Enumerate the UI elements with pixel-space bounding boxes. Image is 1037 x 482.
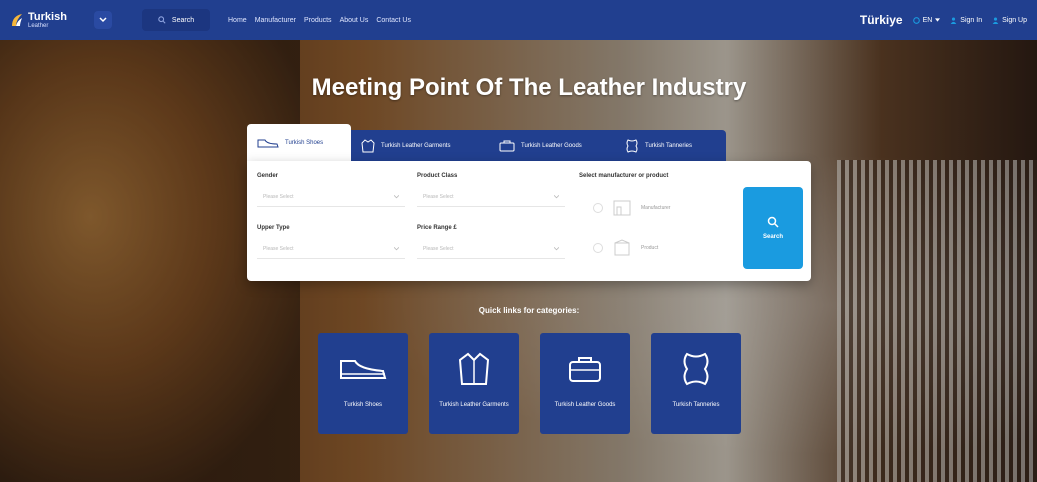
tab-label: Turkish Leather Goods: [521, 143, 582, 149]
panel-search-button[interactable]: Search: [743, 187, 803, 269]
product-class-select[interactable]: Please Select: [417, 187, 565, 207]
language-selector[interactable]: EN: [912, 16, 941, 24]
shoe-icon: [340, 360, 387, 379]
product-class-placeholder: Please Select: [423, 193, 454, 200]
chevron-down-icon: [99, 17, 107, 23]
product-option[interactable]: Product: [593, 237, 658, 259]
search-icon: [158, 16, 166, 24]
category-tabs: Turkish Shoes Turkish Leather Garments T…: [247, 124, 726, 162]
tab-turkish-shoes[interactable]: Turkish Shoes: [247, 124, 351, 162]
user-plus-icon: [992, 17, 999, 24]
nav-link-home[interactable]: Home: [228, 17, 247, 24]
product-radio[interactable]: [593, 243, 603, 253]
goods-icon: [499, 140, 515, 152]
quick-link-turkish-shoes[interactable]: Turkish Shoes: [318, 333, 408, 434]
sign-in-label: Sign In: [960, 16, 983, 24]
site-logo[interactable]: Turkish Leather: [10, 10, 90, 29]
hero-title: Meeting Point Of The Leather Industry: [311, 74, 747, 101]
nav-link-manufacturer[interactable]: Manufacturer: [255, 17, 296, 24]
quick-link-turkish-tanneries[interactable]: Turkish Tanneries: [651, 333, 741, 434]
tab-turkish-leather-garments[interactable]: Turkish Leather Garments: [351, 130, 489, 162]
quick-link-label: Turkish Tanneries: [672, 402, 720, 408]
language-label: EN: [922, 16, 933, 24]
tab-label: Turkish Leather Garments: [381, 143, 451, 149]
gender-placeholder: Please Select: [263, 193, 294, 200]
nav-search-label: Search: [171, 16, 195, 24]
country-label: Türkiye: [859, 13, 903, 27]
chevron-down-icon: [554, 194, 559, 198]
shoe-icon: [257, 139, 279, 148]
tab-label: Turkish Shoes: [285, 140, 324, 146]
nav-link-about[interactable]: About Us: [340, 17, 369, 24]
quick-link-turkish-leather-goods[interactable]: Turkish Leather Goods: [540, 333, 630, 434]
globe-icon: [912, 16, 920, 24]
tab-turkish-leather-goods[interactable]: Turkish Leather Goods: [489, 130, 615, 162]
user-icon: [950, 17, 957, 24]
manufacturer-label: Manufacturer: [641, 205, 671, 211]
manufacturer-radio[interactable]: [593, 203, 603, 213]
hide-icon: [683, 352, 709, 386]
gender-label: Gender: [257, 173, 279, 179]
price-range-field: Price Range £ Please Select: [417, 225, 565, 259]
chevron-down-icon: [394, 194, 399, 198]
logo-title: Turkish: [28, 10, 67, 23]
tab-label: Turkish Tanneries: [645, 143, 693, 149]
tab-turkish-tanneries[interactable]: Turkish Tanneries: [615, 130, 726, 162]
hide-icon: [626, 139, 638, 153]
gender-field: Gender Please Select: [257, 173, 405, 207]
price-range-select[interactable]: Please Select: [417, 239, 565, 259]
product-label: Product: [641, 245, 659, 251]
sign-up-label: Sign Up: [1002, 16, 1027, 24]
gender-select[interactable]: Please Select: [257, 187, 405, 207]
upper-type-label: Upper Type: [257, 225, 290, 231]
sign-up-link[interactable]: Sign Up: [992, 17, 1027, 24]
briefcase-icon: [569, 357, 601, 382]
product-class-field: Product Class Please Select: [417, 173, 565, 207]
price-range-placeholder: Please Select: [423, 245, 454, 252]
hero-background-textile: [837, 160, 1037, 482]
select-type-field: Select manufacturer or product: [579, 173, 668, 179]
logo-subtitle: Leather: [28, 22, 49, 29]
quick-link-turkish-leather-garments[interactable]: Turkish Leather Garments: [429, 333, 519, 434]
chevron-down-icon: [554, 246, 559, 250]
menu-dropdown-toggle[interactable]: [94, 11, 112, 29]
search-panel: Gender Please Select Product Class Pleas…: [247, 161, 811, 281]
nav-link-products[interactable]: Products: [304, 17, 332, 24]
quick-link-label: Turkish Leather Goods: [554, 402, 616, 408]
caret-down-icon: [935, 18, 941, 22]
panel-search-label: Search: [762, 234, 783, 240]
logo-mark-icon: [10, 12, 24, 28]
manufacturer-icon: [613, 200, 631, 216]
product-class-label: Product Class: [417, 173, 458, 179]
quick-links-title: Quick links for categories:: [478, 306, 580, 315]
nav-search-button[interactable]: Search: [142, 9, 210, 31]
price-range-label: Price Range £: [417, 225, 457, 231]
manufacturer-option[interactable]: Manufacturer: [593, 197, 670, 219]
hero-section: Meeting Point Of The Leather Industry Tu…: [0, 40, 1037, 482]
product-box-icon: [614, 239, 630, 256]
nav-links: Home Manufacturer Products About Us Cont…: [228, 17, 411, 24]
garment-icon: [361, 139, 375, 153]
quick-link-label: Turkish Shoes: [343, 402, 383, 408]
upper-type-placeholder: Please Select: [263, 245, 294, 252]
top-navbar: Turkish Leather Search Home Manufacturer…: [0, 0, 1037, 40]
sign-in-link[interactable]: Sign In: [950, 17, 982, 24]
search-icon: [767, 216, 779, 228]
upper-type-select[interactable]: Please Select: [257, 239, 405, 259]
select-type-label: Select manufacturer or product: [579, 173, 669, 179]
garment-icon: [458, 352, 490, 385]
nav-link-contact[interactable]: Contact Us: [376, 17, 411, 24]
nav-right: Türkiye EN Sign In Sign Up: [860, 13, 1027, 27]
quick-link-label: Turkish Leather Garments: [439, 402, 509, 408]
chevron-down-icon: [394, 246, 399, 250]
upper-type-field: Upper Type Please Select: [257, 225, 405, 259]
